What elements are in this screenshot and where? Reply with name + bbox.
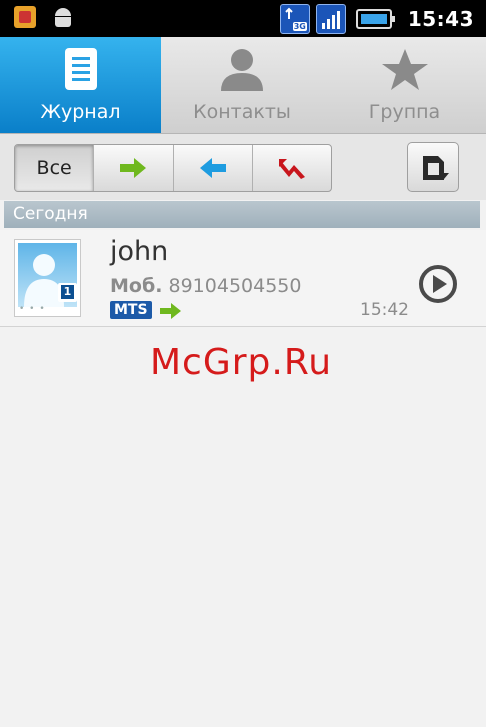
filter-all-button[interactable]: Все [15, 145, 95, 191]
section-header-today: Сегодня [4, 201, 480, 228]
filter-incoming-button[interactable] [174, 145, 253, 191]
status-clock: 15:43 [407, 7, 474, 31]
tab-contacts-label: Контакты [193, 101, 291, 123]
document-menu-icon [423, 156, 449, 180]
star-icon [380, 47, 430, 97]
phone-number: 89104504550 [168, 275, 302, 297]
battery-icon [355, 9, 395, 29]
watermark-text: McGrp.Ru [150, 342, 333, 383]
outgoing-arrow-icon [120, 158, 147, 178]
outgoing-call-icon [160, 303, 181, 319]
tab-group[interactable]: Группа [323, 37, 486, 133]
section-title: Сегодня [13, 204, 88, 224]
avatar-dots: • • • [19, 304, 46, 314]
filter-outgoing-button[interactable] [94, 145, 174, 191]
sim-card-icon [14, 6, 36, 28]
contact-number: Моб. 89104504550 [110, 275, 301, 297]
play-icon[interactable] [418, 264, 458, 304]
data-3g-icon: 3G [279, 4, 310, 34]
number-type: Моб. [110, 275, 163, 297]
avatar: • • • [14, 239, 81, 317]
call-type-filter: Все [14, 144, 332, 192]
carrier-badge: MTS [110, 301, 152, 319]
filter-missed-button[interactable] [253, 145, 331, 191]
tab-group-label: Группа [368, 101, 441, 123]
status-bar: 3G 15:43 [0, 0, 486, 37]
android-debug-icon [52, 6, 74, 28]
tab-bar: Журнал Контакты Группа [0, 37, 486, 134]
call-time: 15:42 [360, 300, 409, 320]
network-type-label: 3G [292, 22, 307, 31]
export-menu-button[interactable] [407, 142, 459, 192]
tab-log-label: Журнал [40, 101, 121, 123]
contacts-icon [217, 47, 267, 95]
sim1-badge-icon [58, 283, 77, 302]
log-icon [64, 47, 98, 95]
filter-toolbar: Все [0, 134, 486, 200]
filter-all-label: Все [36, 157, 72, 179]
tab-log[interactable]: Журнал [0, 37, 161, 133]
tab-contacts[interactable]: Контакты [161, 37, 323, 133]
missed-arrow-icon [278, 159, 305, 179]
call-log-item[interactable]: • • • john Моб. 89104504550 MTS 15:42 [0, 230, 486, 327]
signal-strength-icon [315, 4, 346, 34]
incoming-arrow-icon [199, 158, 226, 178]
contact-name: john [110, 236, 169, 267]
